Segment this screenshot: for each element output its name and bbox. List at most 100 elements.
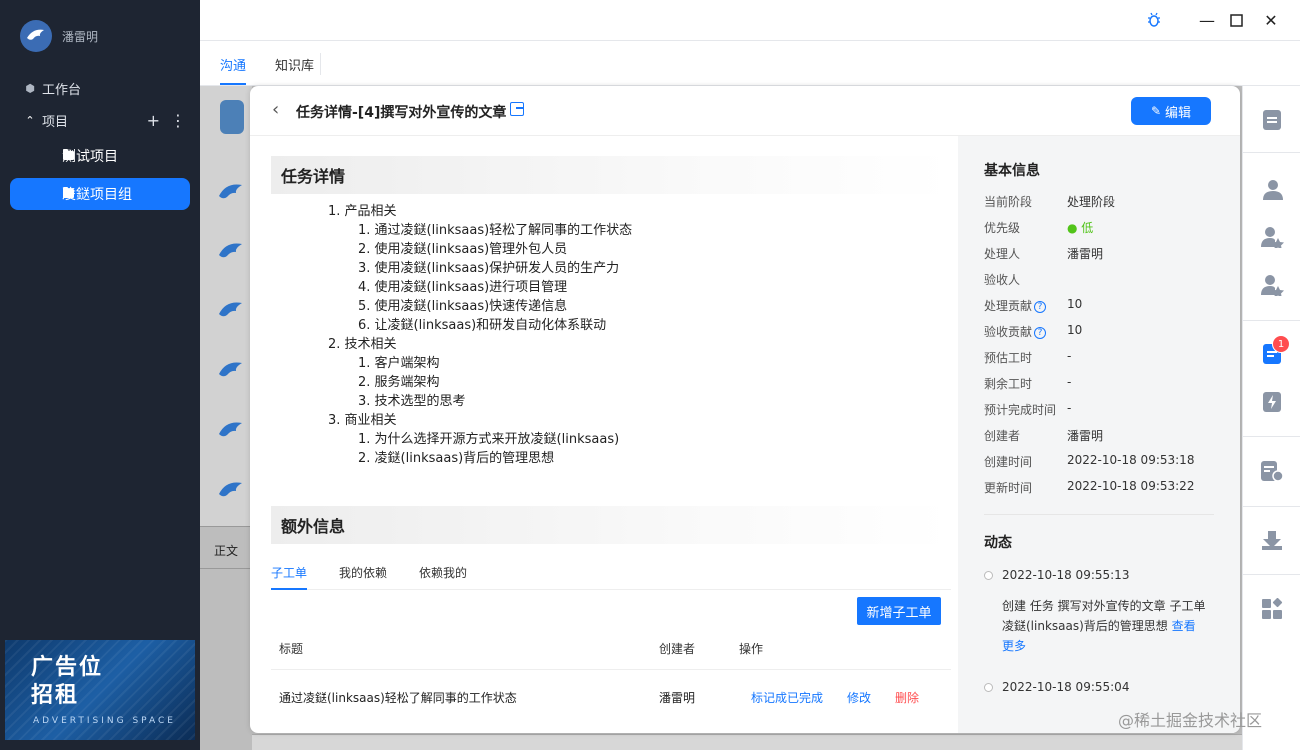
watermark: @稀土掘金技术社区 xyxy=(1118,711,1263,730)
help-icon[interactable]: ? xyxy=(1034,301,1047,313)
close-icon[interactable]: ✕ xyxy=(1261,10,1281,30)
channel-logo-icon[interactable] xyxy=(216,356,246,386)
right-toolbar: 1 xyxy=(1242,86,1300,750)
project-item-test[interactable]: 测试项目 xyxy=(10,140,190,172)
activity-text: 创建 任务 撰写对外宣传的文章 子工单 凌鎹(linksaas)背后的管理思想 … xyxy=(1002,599,1206,653)
tab-knowledge-base[interactable]: 知识库 xyxy=(275,55,314,74)
tab-communication[interactable]: 沟通 xyxy=(220,55,246,74)
more-icon[interactable]: ⋮ xyxy=(170,111,186,130)
add-sub-order-button[interactable]: 新增子工单 xyxy=(857,597,941,625)
table-cell-title: 通过凌鎹(linksaas)轻松了解同事的工作状态 xyxy=(279,691,517,705)
ad-subtitle: ADVERTISING SPACE xyxy=(33,716,176,726)
activity-time: 2022-10-18 09:55:04 xyxy=(1002,680,1130,694)
ad-banner[interactable]: 广告位 招租 ADVERTISING SPACE xyxy=(5,640,195,740)
outline-subitem: 4. 使用凌鎹(linksaas)进行项目管理 xyxy=(358,280,568,295)
activity-title: 动态 xyxy=(984,535,1012,551)
basic-info-title: 基本信息 xyxy=(984,163,1040,179)
schedule-icon[interactable] xyxy=(1260,459,1284,483)
task-content: 任务详情 1. 产品相关 1. 通过凌鎹(linksaas)轻松了解同事的工作状… xyxy=(250,136,958,733)
cube-icon: ⬢ xyxy=(25,81,35,95)
info-row: 当前阶段 处理阶段 xyxy=(984,195,1116,209)
maximize-icon[interactable] xyxy=(1226,10,1246,30)
edit-link[interactable]: 修改 xyxy=(847,689,871,706)
delete-link[interactable]: 删除 xyxy=(895,689,919,706)
outline-item: 1. 产品相关 xyxy=(328,204,397,219)
outline-subitem: 1. 通过凌鎹(linksaas)轻松了解同事的工作状态 xyxy=(358,223,633,238)
task-detail-panel: ‹ 任务详情-[4]撰写对外宣传的文章 ✎ 编辑 任务详情 1. 产品相关 1.… xyxy=(250,86,1240,733)
document-icon[interactable] xyxy=(1260,108,1284,132)
user-star-icon[interactable] xyxy=(1260,273,1284,297)
page-title: 任务详情-[4]撰写对外宣传的文章 xyxy=(296,105,507,121)
help-icon[interactable]: ? xyxy=(1034,327,1047,339)
tab-depends-on-me[interactable]: 依赖我的 xyxy=(419,564,467,581)
timeline-dot xyxy=(984,571,993,580)
bug-report-icon[interactable] xyxy=(1260,390,1284,414)
panel-header: ‹ 任务详情-[4]撰写对外宣传的文章 ✎ 编辑 xyxy=(250,86,1240,136)
table-cell-creator: 潘雷明 xyxy=(659,691,696,705)
timeline-dot xyxy=(984,683,993,692)
outline-subitem: 2. 服务端架构 xyxy=(358,375,440,390)
channel-logo-icon[interactable] xyxy=(216,416,246,446)
channel-logo-icon[interactable] xyxy=(216,178,246,208)
title-bar: — ✕ xyxy=(200,0,1300,41)
back-icon[interactable]: ‹ xyxy=(272,101,288,119)
outline-subitem: 6. 让凌鎹(linksaas)和研发自动化体系联动 xyxy=(358,318,607,333)
outline-subitem: 5. 使用凌鎹(linksaas)快速传递信息 xyxy=(358,299,568,314)
tab-bar: 沟通 知识库 xyxy=(200,41,1300,86)
info-row: 创建者 潘雷明 xyxy=(984,429,1104,443)
apps-icon[interactable] xyxy=(1260,597,1284,621)
info-sidebar: 基本信息 当前阶段 处理阶段 优先级 ● 低 处理人 潘雷明 验收人 处理贡献? 10 … xyxy=(958,136,1240,733)
column-header-actions: 操作 xyxy=(739,642,764,656)
open-external-icon[interactable] xyxy=(510,102,524,116)
info-row: 验收贡献? 10 xyxy=(984,323,1083,339)
sidebar: 潘雷明 ⬢ 工作台 ⌃ 项目 + ⋮ 测试项目 凌鎹项目组 广告位 招租 ADV… xyxy=(0,0,200,750)
channel-logo-icon[interactable] xyxy=(216,237,246,267)
info-row: 更新时间 2022-10-18 09:53:22 xyxy=(984,479,1195,495)
chevron-up-icon: ⌃ xyxy=(25,113,35,127)
tab-my-dependencies[interactable]: 我的依赖 xyxy=(339,564,387,581)
outline-subitem: 2. 凌鎹(linksaas)背后的管理思想 xyxy=(358,451,555,466)
outline-subitem: 1. 客户端架构 xyxy=(358,356,440,371)
tab-sub-orders[interactable]: 子工单 xyxy=(271,564,307,581)
outline-subitem: 1. 为什么选择开源方式来开放凌鎹(linksaas) xyxy=(358,432,620,447)
pencil-icon: ✎ xyxy=(1150,104,1162,118)
mark-done-link[interactable]: 标记成已完成 xyxy=(751,689,823,706)
editor-mode-label: 正文 xyxy=(214,544,239,558)
minimize-icon[interactable]: — xyxy=(1197,10,1217,30)
info-row: 创建时间 2022-10-18 09:53:18 xyxy=(984,453,1195,469)
outline-item: 3. 商业相关 xyxy=(328,413,397,428)
column-header-creator: 创建者 xyxy=(659,642,696,656)
info-row: 剩余工时 - xyxy=(984,375,1072,391)
sub-tab-bar: 子工单 我的依赖 依赖我的 xyxy=(271,564,951,590)
channel-logo-icon[interactable] xyxy=(216,296,246,326)
info-row: 预估工时 - xyxy=(984,349,1072,365)
download-icon[interactable] xyxy=(1260,528,1284,552)
task-document: 1. 产品相关 1. 通过凌鎹(linksaas)轻松了解同事的工作状态 2. … xyxy=(328,202,632,468)
info-row: 预计完成时间 - xyxy=(984,401,1072,417)
project-item-linksaas[interactable]: 凌鎹项目组 xyxy=(10,178,190,210)
avatar[interactable] xyxy=(20,20,52,52)
notification-badge: 1 xyxy=(1272,335,1290,353)
priority-badge[interactable]: ● 低 xyxy=(1067,219,1093,236)
section-extra-info: 额外信息 xyxy=(271,506,951,544)
user-star-icon[interactable] xyxy=(1260,225,1284,249)
folder-icon xyxy=(63,149,74,160)
user-profile[interactable]: 潘雷明 xyxy=(20,20,98,52)
section-task-detail: 任务详情 xyxy=(271,156,951,194)
outline-subitem: 3. 技术选型的思考 xyxy=(358,394,466,409)
username: 潘雷明 xyxy=(62,29,99,44)
nav-projects[interactable]: ⌃ 项目 + ⋮ xyxy=(0,108,200,132)
info-row: 处理贡献? 10 xyxy=(984,297,1083,313)
bug-icon[interactable] xyxy=(1144,10,1164,30)
nav-workbench[interactable]: ⬢ 工作台 xyxy=(0,76,200,100)
channel-logo-icon[interactable] xyxy=(216,476,246,506)
add-project-icon[interactable]: + xyxy=(147,111,160,130)
folder-icon xyxy=(63,187,74,198)
info-row: 优先级 ● 低 xyxy=(984,219,1094,236)
edit-button[interactable]: ✎ 编辑 xyxy=(1131,97,1211,125)
ad-title: 广告位 招租 xyxy=(31,655,104,708)
outline-item: 2. 技术相关 xyxy=(328,337,397,352)
members-icon[interactable] xyxy=(1260,178,1284,202)
info-row: 验收人 xyxy=(984,273,1021,287)
column-header-title: 标题 xyxy=(279,642,304,656)
